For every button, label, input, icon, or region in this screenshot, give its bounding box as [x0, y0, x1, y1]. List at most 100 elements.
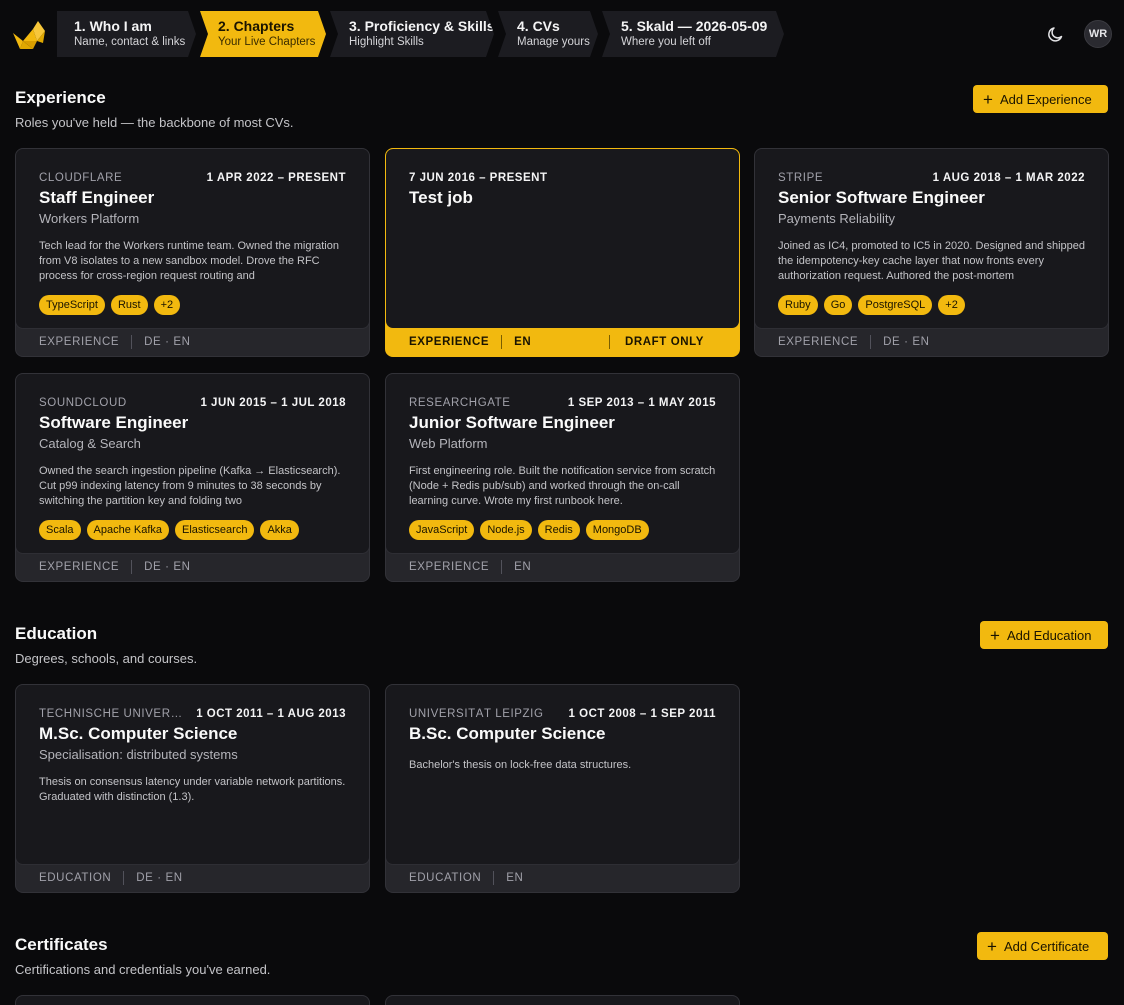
experience-card[interactable]: STRIPE 1 AUG 2018 – 1 MAR 2022 Senior So… — [754, 148, 1109, 357]
skill-tag: MongoDB — [585, 520, 649, 540]
card-company: CLOUDFLARE — [39, 172, 123, 184]
experience-card-draft[interactable]: 7 JUN 2016 – PRESENT Test job EXPERIENCE… — [385, 148, 740, 357]
card-footer: EXPERIENCE EN DRAFT ONLY — [386, 327, 739, 356]
step-cvs[interactable]: 4. CVs Manage yours — [498, 11, 598, 57]
card-body: CLOUDFLARE 1 APR 2022 – PRESENT Staff En… — [16, 149, 369, 329]
card-type: EXPERIENCE — [778, 335, 859, 348]
skill-tag: Redis — [537, 520, 580, 540]
card-dates: 1 SEP 2013 – 1 MAY 2015 — [567, 397, 716, 409]
card-role: Staff Engineer — [39, 188, 155, 207]
experience-card[interactable]: RESEARCHGATE 1 SEP 2013 – 1 MAY 2015 Jun… — [385, 373, 740, 582]
card-description: Tech lead for the Workers runtime team. … — [39, 240, 339, 282]
card-languages: DE · EN — [136, 871, 183, 884]
add-experience-label: Add Experience — [999, 91, 1092, 107]
card-body: RESEARCHGATE 1 SEP 2013 – 1 MAY 2015 Jun… — [386, 374, 739, 554]
card-tags: Scala Apache Kafka Elasticsearch Akka — [39, 520, 305, 540]
step-subtitle: Highlight Skills — [349, 36, 424, 48]
card-body: STRIPE 1 AUG 2018 – 1 MAR 2022 Senior So… — [755, 149, 1108, 329]
card-body: 7 JUN 2016 – PRESENT Test job — [386, 149, 739, 329]
skill-tag: PostgreSQL — [858, 295, 933, 315]
card-dates: 7 JUN 2016 – PRESENT — [409, 172, 548, 184]
card-dates: 1 AUG 2018 – 1 MAR 2022 — [932, 172, 1085, 184]
experience-title: Experience — [15, 88, 106, 107]
experience-card[interactable]: SOUNDCLOUD 1 JUN 2015 – 1 JUL 2018 Softw… — [15, 373, 370, 582]
card-company: RESEARCHGATE — [409, 397, 511, 409]
card-tags: JavaScript Node.js Redis MongoDB — [409, 520, 655, 540]
card-description: Bachelor's thesis on lock-free data stru… — [409, 759, 632, 771]
education-subtitle: Degrees, schools, and courses. — [15, 651, 198, 666]
card-dates: 1 OCT 2008 – 1 SEP 2011 — [568, 708, 716, 720]
card-team: Workers Platform — [39, 211, 140, 226]
step-subtitle: Manage yours — [517, 36, 590, 48]
card-school: TECHNISCHE UNIVERSITÄT MÜNCHEN — [39, 708, 189, 720]
step-chapters[interactable]: 2. Chapters Your Live Chapters — [200, 11, 326, 57]
plus-icon: + — [990, 625, 1000, 645]
top-bar: 1. Who I am Name, contact & links 2. Cha… — [0, 0, 1124, 66]
step-title: 4. CVs — [517, 18, 560, 34]
card-languages: DE · EN — [144, 560, 191, 573]
card-role: Test job — [409, 188, 473, 207]
experience-card[interactable]: CLOUDFLARE 1 APR 2022 – PRESENT Staff En… — [15, 148, 370, 357]
card-footer: EXPERIENCE EN — [386, 552, 739, 581]
add-education-button[interactable]: + Add Education — [980, 621, 1108, 649]
step-skald[interactable]: 5. Skald — 2026-05-09 Where you left off — [602, 11, 784, 57]
divider — [131, 559, 133, 574]
card-description: First engineering role. Built the notifi… — [409, 465, 716, 507]
skill-tag: JavaScript — [409, 520, 475, 540]
card-languages: EN — [514, 560, 532, 573]
card-degree: M.Sc. Computer Science — [39, 724, 238, 743]
add-certificate-button[interactable]: + Add Certificate — [977, 932, 1108, 960]
step-proficiency-skills[interactable]: 3. Proficiency & Skills Highlight Skills — [330, 11, 494, 57]
card-body — [386, 996, 739, 1005]
skill-tag: Go — [823, 295, 853, 315]
certificate-card[interactable] — [385, 995, 740, 1005]
skill-tag: Node.js — [480, 520, 532, 540]
step-title: 5. Skald — 2026-05-09 — [621, 18, 768, 34]
card-type: EDUCATION — [39, 871, 112, 884]
card-company: STRIPE — [778, 172, 824, 184]
certificate-card[interactable] — [15, 995, 370, 1005]
card-body: SOUNDCLOUD 1 JUN 2015 – 1 JUL 2018 Softw… — [16, 374, 369, 554]
skill-tag: Akka — [260, 520, 299, 540]
moon-icon[interactable] — [1044, 22, 1068, 46]
draft-badge: DRAFT ONLY — [624, 335, 704, 348]
card-description: Owned the search ingestion pipeline (Kaf… — [39, 465, 341, 507]
card-body: TECHNISCHE UNIVERSITÄT MÜNCHEN 1 OCT 201… — [16, 685, 369, 865]
card-degree: B.Sc. Computer Science — [409, 724, 606, 743]
card-footer: EXPERIENCE DE · EN — [16, 327, 369, 356]
card-languages: EN — [514, 335, 532, 348]
certificates-subtitle: Certifications and credentials you've ea… — [15, 962, 271, 977]
card-specialisation: Specialisation: distributed systems — [39, 747, 238, 762]
divider — [609, 334, 610, 349]
skill-tag: TypeScript — [39, 295, 105, 315]
step-title: 2. Chapters — [218, 18, 295, 34]
experience-subtitle: Roles you've held — the backbone of most… — [15, 115, 294, 130]
more-tags-badge: +2 — [153, 295, 181, 315]
card-languages: DE · EN — [883, 335, 930, 348]
divider — [501, 334, 503, 349]
card-footer: EXPERIENCE DE · EN — [755, 327, 1108, 356]
education-card[interactable]: TECHNISCHE UNIVERSITÄT MÜNCHEN 1 OCT 201… — [15, 684, 370, 893]
step-who-i-am[interactable]: 1. Who I am Name, contact & links — [57, 11, 196, 57]
certificates-title: Certificates — [15, 935, 108, 954]
card-footer: EXPERIENCE DE · EN — [16, 552, 369, 581]
card-dates: 1 OCT 2011 – 1 AUG 2013 — [196, 708, 346, 720]
add-experience-button[interactable]: + Add Experience — [973, 85, 1108, 113]
card-languages: DE · EN — [144, 335, 191, 348]
card-type: EXPERIENCE — [409, 560, 490, 573]
education-card[interactable]: UNIVERSITÄT LEIPZIG 1 OCT 2008 – 1 SEP 2… — [385, 684, 740, 893]
card-team: Web Platform — [409, 436, 488, 451]
card-footer: EDUCATION EN — [386, 863, 739, 892]
divider — [870, 334, 872, 349]
card-footer: EDUCATION DE · EN — [16, 863, 369, 892]
card-role: Software Engineer — [39, 413, 189, 432]
bird-logo[interactable] — [11, 19, 47, 51]
step-subtitle: Your Live Chapters — [218, 36, 316, 48]
skill-tag: Scala — [39, 520, 81, 540]
add-certificate-label: Add Certificate — [1003, 938, 1090, 954]
avatar[interactable]: WR — [1084, 20, 1112, 48]
card-body — [16, 996, 369, 1005]
add-education-label: Add Education — [1006, 627, 1092, 643]
plus-icon: + — [983, 89, 993, 109]
card-team: Catalog & Search — [39, 436, 141, 451]
